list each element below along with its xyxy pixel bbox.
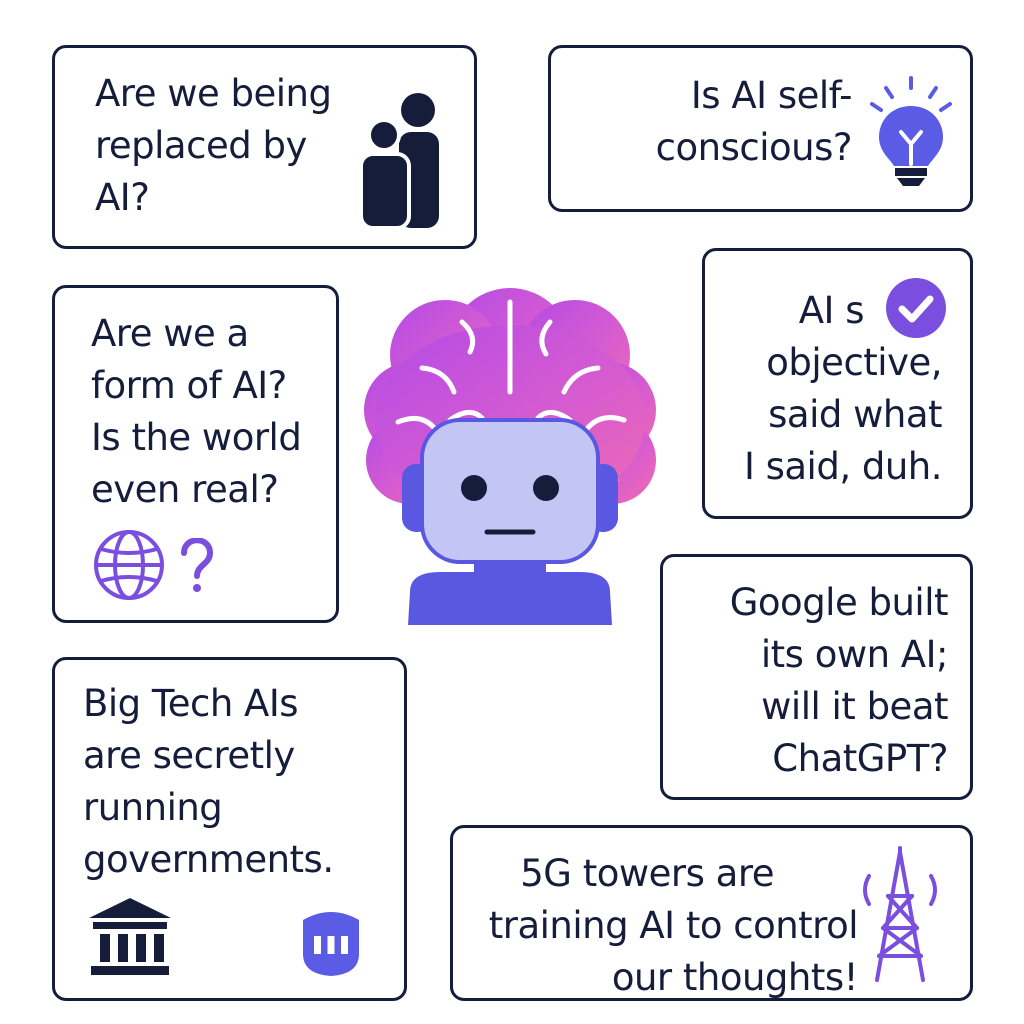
card-form-of-ai: Are we a form of AI? Is the world even r… (52, 285, 339, 623)
card-replaced-text: Are we being replaced by AI? (95, 72, 332, 219)
globe-icon (94, 530, 164, 600)
question-mark-icon (181, 538, 214, 592)
card-form-of-ai-text: Are we a form of AI? Is the world even r… (91, 312, 302, 511)
lightbulb-icon (870, 76, 952, 186)
card-towers-text: 5G towers are training AI to control our… (488, 852, 859, 999)
bank-building-icon (89, 898, 171, 975)
card-big-tech-text: Big Tech AIs are secretly running govern… (83, 682, 334, 881)
card-google-text: Google built its own AI; will it beat Ch… (729, 581, 949, 780)
robot-head (402, 418, 618, 625)
card-objective: AI s objective, said what I said, duh. (702, 248, 973, 519)
brain-robot-illustration (364, 288, 656, 625)
cell-tower-icon (863, 846, 937, 982)
people-icon (359, 93, 439, 230)
card-towers: 5G towers are training AI to control our… (450, 825, 973, 1001)
card-self-conscious: Is AI self- conscious? (548, 45, 973, 212)
checkmark-badge-icon (886, 278, 946, 338)
card-self-conscious-text: Is AI self- conscious? (655, 74, 853, 169)
card-replaced: Are we being replaced by AI? (52, 45, 477, 249)
card-google: Google built its own AI; will it beat Ch… (660, 554, 973, 800)
card-big-tech: Big Tech AIs are secretly running govern… (52, 657, 407, 1001)
shield-building-icon (303, 912, 359, 976)
